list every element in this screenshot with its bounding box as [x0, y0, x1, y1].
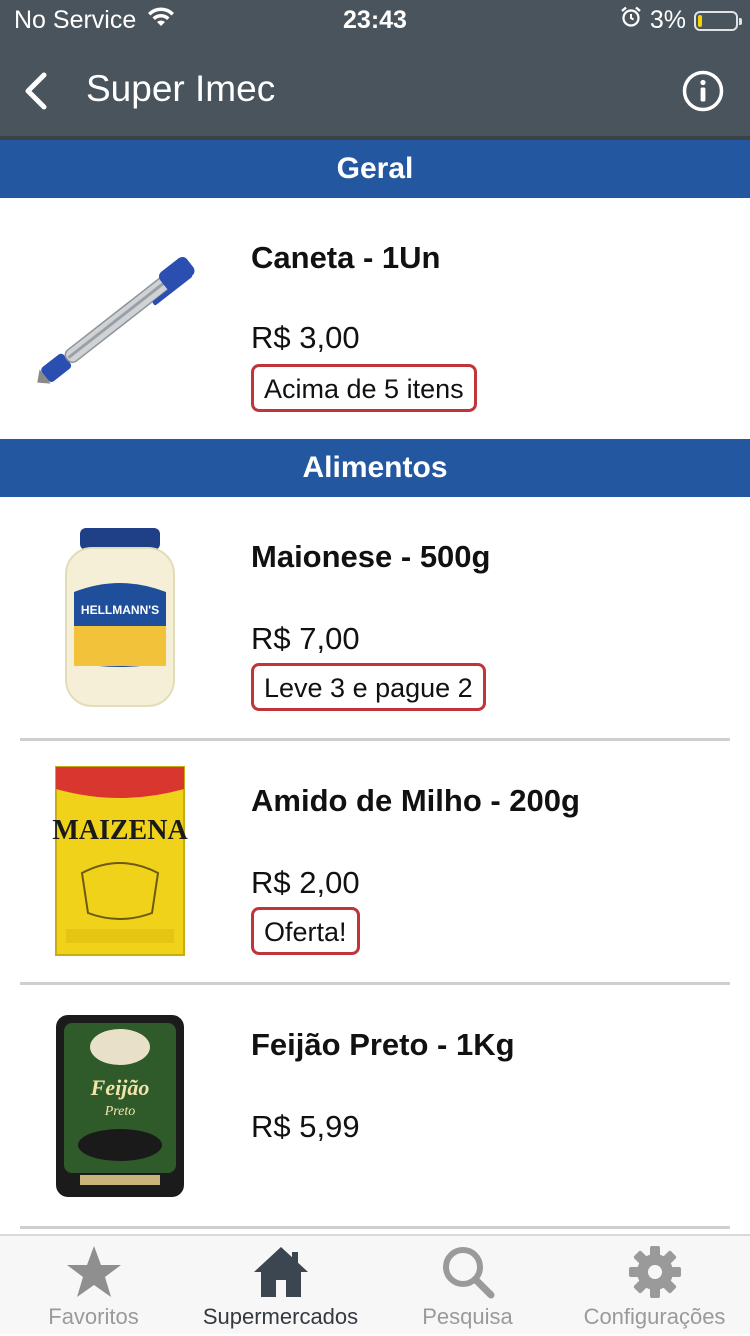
product-price: R$ 5,99 — [251, 1109, 360, 1144]
svg-text:MAIZENA: MAIZENA — [52, 815, 188, 846]
battery-icon — [694, 10, 742, 31]
promo-badge: Leve 3 e pague 2 — [251, 663, 486, 711]
tab-favoritos[interactable]: Favoritos — [0, 1236, 187, 1336]
product-price: R$ 7,00 — [251, 621, 360, 656]
search-icon — [374, 1244, 561, 1302]
mayonnaise-jar-icon: HELLMANN'S — [20, 517, 220, 717]
promo-badge: Oferta! — [251, 907, 360, 955]
product-name: Amido de Milho - 200g — [251, 783, 580, 818]
product-name: Caneta - 1Un — [251, 240, 441, 275]
tab-pesquisa[interactable]: Pesquisa — [374, 1236, 561, 1336]
tab-configuracoes[interactable]: Configurações — [561, 1236, 748, 1336]
chevron-left-icon — [25, 72, 47, 110]
back-button[interactable] — [14, 66, 58, 116]
alarm-icon — [620, 6, 642, 35]
product-row[interactable]: Feijão Preto Feijão Preto - 1Kg R$ 5,99 — [0, 985, 750, 1225]
product-row[interactable]: HELLMANN'S Maionese - 500g R$ 7,00 Leve … — [0, 497, 750, 737]
black-beans-bag-icon: Feijão Preto — [20, 1005, 220, 1205]
page-title: Super Imec — [86, 68, 276, 109]
pen-icon — [20, 218, 220, 418]
section-header-geral: Geral — [0, 140, 750, 198]
gear-icon — [561, 1244, 748, 1302]
product-name: Maionese - 500g — [251, 539, 491, 574]
section-header-alimentos: Alimentos — [0, 439, 750, 497]
status-bar: No Service 23:43 3% — [0, 0, 750, 40]
svg-text:HELLMANN'S: HELLMANN'S — [81, 603, 159, 617]
info-icon — [682, 70, 724, 112]
nav-bar: Super Imec — [0, 50, 750, 130]
star-icon — [0, 1244, 187, 1302]
app-header: No Service 23:43 3% Super Imec — [0, 0, 750, 140]
product-name: Feijão Preto - 1Kg — [251, 1027, 515, 1062]
svg-text:Feijão: Feijão — [90, 1075, 150, 1100]
product-price: R$ 3,00 — [251, 320, 360, 355]
cornstarch-box-icon: MAIZENA — [20, 761, 220, 961]
tab-label: Pesquisa — [422, 1304, 513, 1329]
home-icon — [187, 1244, 374, 1302]
tab-bar: Favoritos Supermercados Pesquisa Configu… — [0, 1234, 750, 1334]
battery-level — [698, 14, 702, 27]
product-price: R$ 2,00 — [251, 865, 360, 900]
battery-percent: 3% — [649, 6, 686, 34]
product-row[interactable]: Caneta - 1Un R$ 3,00 Acima de 5 itens — [0, 198, 750, 438]
tab-label: Favoritos — [48, 1304, 139, 1329]
info-button[interactable] — [682, 70, 724, 112]
promo-badge: Acima de 5 itens — [251, 364, 477, 412]
tab-supermercados[interactable]: Supermercados — [187, 1236, 374, 1336]
tab-label: Supermercados — [202, 1304, 359, 1329]
svg-text:Preto: Preto — [104, 1104, 136, 1119]
row-divider — [20, 1226, 730, 1229]
product-row[interactable]: MAIZENA Amido de Milho - 200g R$ 2,00 Of… — [0, 741, 750, 981]
tab-label: Configurações — [583, 1304, 726, 1329]
